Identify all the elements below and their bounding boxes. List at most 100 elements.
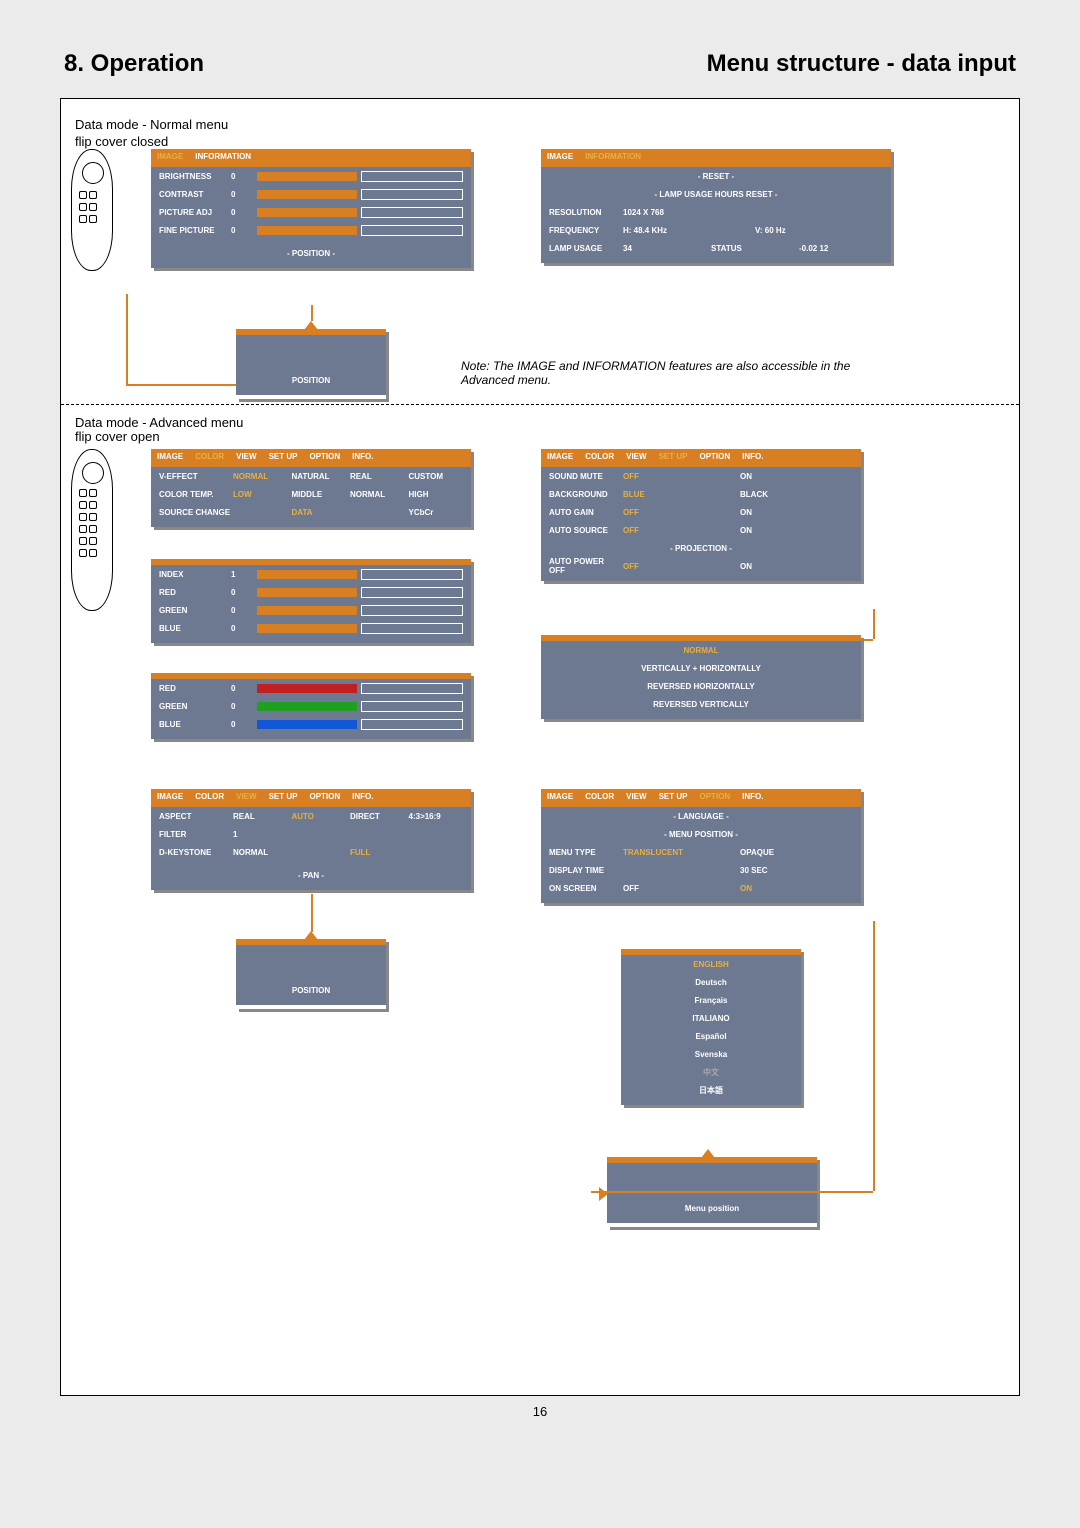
menu-row[interactable]: SOUND MUTEOFFON — [547, 467, 855, 485]
row-option[interactable]: DIRECT — [348, 812, 407, 821]
menu-row[interactable]: COLOR TEMP.LOWMIDDLENORMALHIGH — [157, 485, 465, 503]
menu-row-center[interactable]: NORMAL — [547, 641, 855, 659]
tab-image[interactable]: IMAGE — [151, 149, 189, 167]
tab-information[interactable]: INFORMATION — [579, 149, 647, 167]
row-option[interactable]: OFF — [621, 508, 738, 517]
menu-row[interactable]: SOURCE CHANGEDATAYCbCr — [157, 503, 465, 521]
menu-row[interactable]: AUTO POWER OFFOFFON — [547, 557, 855, 575]
menu-row[interactable]: PICTURE ADJ0 — [157, 203, 465, 221]
row-option[interactable]: 1024 X 768 — [621, 208, 885, 217]
row-option[interactable]: 4:3>16:9 — [407, 812, 466, 821]
tab-color[interactable]: COLOR — [189, 449, 230, 467]
menu-row[interactable]: BACKGROUNDBLUEBLACK — [547, 485, 855, 503]
menu-row-center[interactable]: Svenska — [627, 1045, 795, 1063]
menu-row-center[interactable]: - PROJECTION - — [547, 539, 855, 557]
tab-option[interactable]: OPTION — [303, 789, 346, 807]
menu-row-center[interactable]: 日本語 — [627, 1081, 795, 1099]
menu-row[interactable]: GREEN0 — [157, 697, 465, 715]
row-option[interactable]: NORMAL — [231, 848, 290, 857]
menu-row-center[interactable]: REVERSED HORIZONTALLY — [547, 677, 855, 695]
tab-info-[interactable]: INFO. — [346, 449, 379, 467]
tab-view[interactable]: VIEW — [620, 449, 652, 467]
tab-set-up[interactable]: SET UP — [653, 789, 694, 807]
slider-bar[interactable] — [257, 190, 357, 199]
row-option[interactable]: 30 SEC — [738, 866, 855, 875]
tab-image[interactable]: IMAGE — [151, 789, 189, 807]
tab-set-up[interactable]: SET UP — [653, 449, 694, 467]
row-option[interactable]: LOW — [231, 490, 290, 499]
tab-set-up[interactable]: SET UP — [263, 789, 304, 807]
tab-option[interactable]: OPTION — [693, 789, 736, 807]
row-option[interactable]: MIDDLE — [290, 490, 349, 499]
menu-row[interactable]: ON SCREENOFFON — [547, 879, 855, 897]
row-option[interactable]: BLUE — [621, 490, 738, 499]
menu-footer[interactable]: POSITION — [292, 982, 330, 999]
tab-color[interactable]: COLOR — [189, 789, 230, 807]
row-option[interactable]: OFF — [621, 562, 738, 571]
tab-option[interactable]: OPTION — [303, 449, 346, 467]
row-option[interactable]: 34 — [621, 244, 709, 253]
row-option[interactable]: STATUS — [709, 244, 797, 253]
slider-bar[interactable] — [257, 226, 357, 235]
menu-row-center[interactable]: ITALIANO — [627, 1009, 795, 1027]
row-option[interactable]: ON — [738, 472, 855, 481]
tab-view[interactable]: VIEW — [230, 449, 262, 467]
row-option[interactable]: AUTO — [290, 812, 349, 821]
row-option[interactable]: OFF — [621, 526, 738, 535]
menu-row-center[interactable]: ENGLISH — [627, 955, 795, 973]
menu-footer[interactable]: POSITION — [292, 372, 330, 389]
row-option[interactable]: TRANSLUCENT — [621, 848, 738, 857]
menu-row-center[interactable]: 中文 — [627, 1063, 795, 1081]
menu-row-center[interactable]: Deutsch — [627, 973, 795, 991]
menu-row[interactable]: V-EFFECTNORMALNATURALREALCUSTOM — [157, 467, 465, 485]
row-option[interactable]: ON — [738, 884, 855, 893]
row-option[interactable]: NORMAL — [231, 472, 290, 481]
tab-option[interactable]: OPTION — [693, 449, 736, 467]
row-option[interactable]: V: 60 Hz — [753, 226, 885, 235]
menu-row[interactable]: RED0 — [157, 583, 465, 601]
menu-row[interactable]: D-KEYSTONENORMALFULL — [157, 843, 465, 861]
menu-row[interactable]: BRIGHTNESS0 — [157, 167, 465, 185]
tab-info-[interactable]: INFO. — [346, 789, 379, 807]
row-option[interactable]: CUSTOM — [407, 472, 466, 481]
menu-row[interactable]: LAMP USAGE34STATUS-0.02 12 — [547, 239, 885, 257]
menu-row-center[interactable]: - LAMP USAGE HOURS RESET - — [547, 185, 885, 203]
slider-bar[interactable] — [257, 702, 357, 711]
menu-row[interactable]: FREQUENCYH: 48.4 KHzV: 60 Hz — [547, 221, 885, 239]
menu-row[interactable]: RESOLUTION1024 X 768 — [547, 203, 885, 221]
row-option[interactable]: -0.02 12 — [797, 244, 885, 253]
slider-bar[interactable] — [257, 624, 357, 633]
menu-row-center[interactable]: - MENU POSITION - — [547, 825, 855, 843]
menu-footer[interactable]: - PAN - — [157, 867, 465, 884]
row-option[interactable]: ON — [738, 508, 855, 517]
menu-row-center[interactable]: Español — [627, 1027, 795, 1045]
tab-info-[interactable]: INFO. — [736, 449, 769, 467]
menu-row-center[interactable]: REVERSED VERTICALLY — [547, 695, 855, 713]
slider-bar[interactable] — [257, 606, 357, 615]
row-option[interactable]: 1 — [231, 830, 290, 839]
row-option[interactable]: HIGH — [407, 490, 466, 499]
row-option[interactable]: NORMAL — [348, 490, 407, 499]
menu-row[interactable]: MENU TYPETRANSLUCENTOPAQUE — [547, 843, 855, 861]
tab-image[interactable]: IMAGE — [541, 149, 579, 167]
menu-row[interactable]: AUTO GAINOFFON — [547, 503, 855, 521]
slider-bar[interactable] — [257, 684, 357, 693]
row-option[interactable]: ON — [738, 526, 855, 535]
menu-row-center[interactable]: VERTICALLY + HORIZONTALLY — [547, 659, 855, 677]
slider-bar[interactable] — [257, 208, 357, 217]
tab-set-up[interactable]: SET UP — [263, 449, 304, 467]
menu-row[interactable]: ASPECTREALAUTODIRECT4:3>16:9 — [157, 807, 465, 825]
row-option[interactable]: REAL — [231, 812, 290, 821]
row-option[interactable]: REAL — [348, 472, 407, 481]
slider-bar[interactable] — [257, 720, 357, 729]
menu-row[interactable]: FINE PICTURE0 — [157, 221, 465, 239]
menu-footer[interactable]: Menu position — [685, 1200, 739, 1217]
tab-image[interactable]: IMAGE — [541, 789, 579, 807]
tab-color[interactable]: COLOR — [579, 449, 620, 467]
slider-bar[interactable] — [257, 172, 357, 181]
row-option[interactable]: YCbCr — [407, 508, 466, 517]
row-option[interactable]: BLACK — [738, 490, 855, 499]
menu-row[interactable]: CONTRAST0 — [157, 185, 465, 203]
tab-info-[interactable]: INFO. — [736, 789, 769, 807]
row-option[interactable]: ON — [738, 562, 855, 571]
